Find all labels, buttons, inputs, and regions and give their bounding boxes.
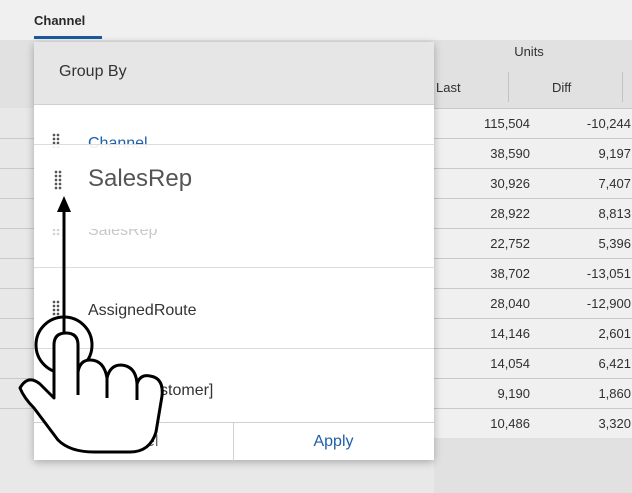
group-item-assignedroute[interactable]: AssignedRoute [34, 297, 434, 327]
divider [34, 348, 434, 349]
cancel-button[interactable]: Cancel [34, 423, 234, 461]
drag-grip-icon [54, 170, 62, 190]
dialog-header: Group By [34, 42, 434, 105]
group-item-label: AssignedRoute [88, 302, 197, 319]
drag-grip-icon[interactable] [52, 300, 60, 316]
drag-grip-icon[interactable] [52, 380, 60, 396]
dialog-title: Group By [59, 63, 127, 80]
drag-ghost-label: SalesRep [88, 165, 193, 192]
group-item-name-customer[interactable]: Name [Customer] [34, 377, 434, 407]
divider [34, 267, 434, 268]
drag-ghost-item[interactable]: SalesRep [34, 145, 434, 229]
dialog-footer: Cancel Apply [34, 422, 434, 461]
apply-button[interactable]: Apply [234, 423, 433, 461]
group-item-label: Name [Customer] [88, 382, 214, 399]
group-by-dialog: Group By Channel SalesRep AssignedRoute … [34, 42, 434, 461]
